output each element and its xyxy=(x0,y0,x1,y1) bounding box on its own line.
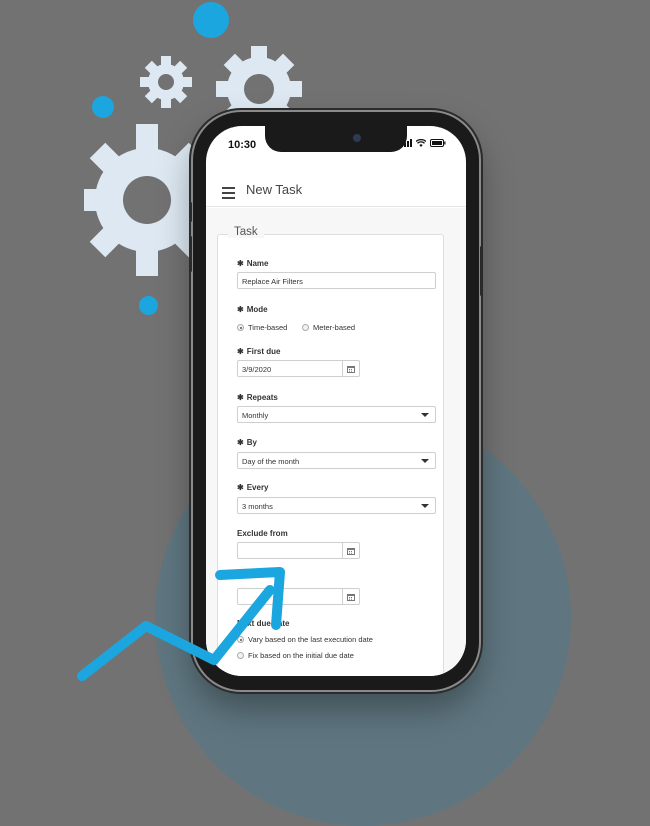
trend-arrow-icon xyxy=(77,567,285,681)
